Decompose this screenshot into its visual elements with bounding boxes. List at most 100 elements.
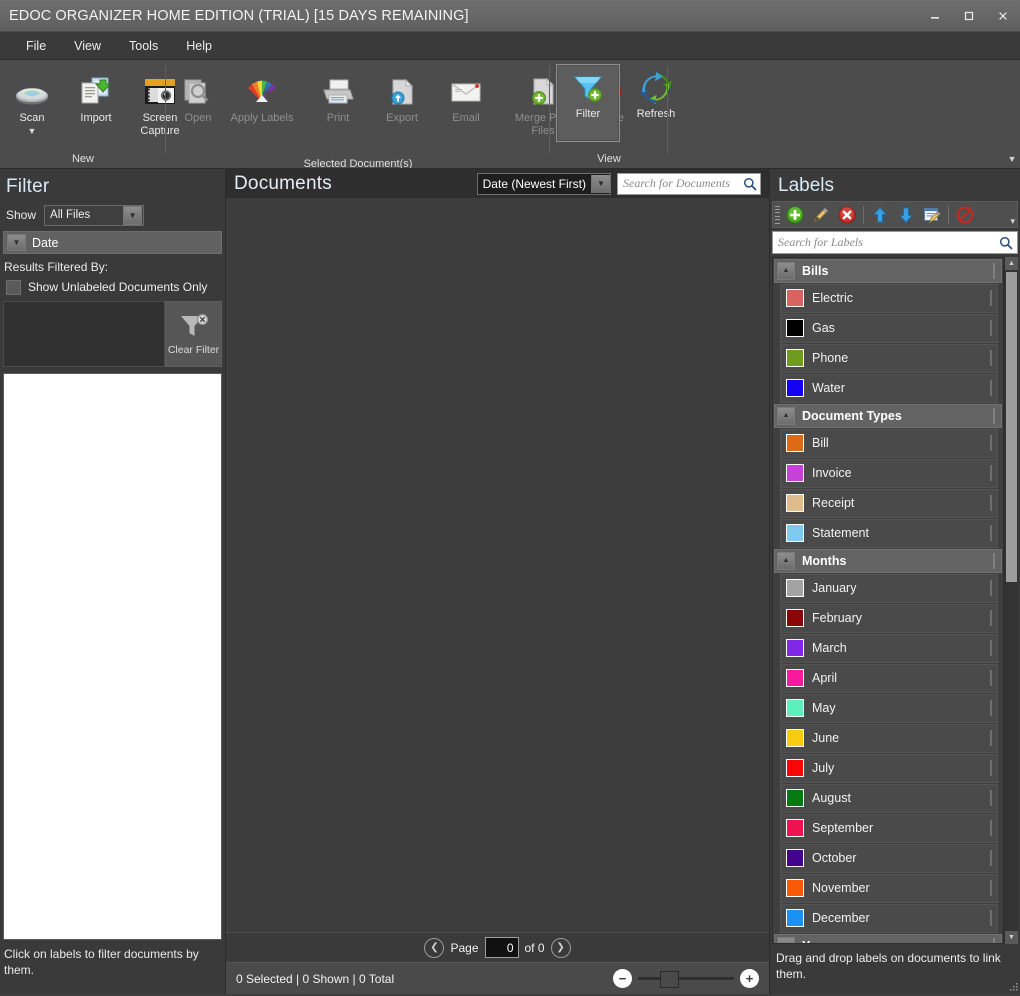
label-row[interactable]: Statement <box>780 518 998 548</box>
label-checkbox[interactable] <box>990 790 992 807</box>
active-filters-list[interactable] <box>3 301 165 367</box>
toolbar-grip[interactable] <box>775 204 782 226</box>
collapse-chevron-up-icon[interactable]: ▲ <box>777 261 795 280</box>
zoom-slider[interactable] <box>638 971 734 988</box>
label-group-header[interactable]: ▲Years <box>774 933 1002 943</box>
label-group-checkbox[interactable] <box>993 552 995 569</box>
documents-search-input[interactable]: Search for Documents <box>618 176 740 191</box>
labels-scrollbar-track[interactable] <box>1005 269 1018 931</box>
label-row[interactable]: June <box>780 723 998 753</box>
menu-tools[interactable]: Tools <box>115 32 172 59</box>
toolbar-overflow-icon[interactable]: ▾ <box>1010 217 1015 226</box>
filter-button[interactable]: Filter <box>556 64 620 142</box>
plus-circle-icon[interactable]: + <box>740 969 759 988</box>
import-button[interactable]: Import <box>64 68 128 140</box>
apply-labels-button[interactable]: Apply Labels <box>230 68 294 140</box>
label-row[interactable]: October <box>780 843 998 873</box>
window-resize-grip[interactable] <box>1007 981 1019 993</box>
label-row[interactable]: Gas <box>780 313 998 343</box>
label-row[interactable]: Phone <box>780 343 998 373</box>
minus-circle-icon[interactable]: − <box>613 969 632 988</box>
close-button[interactable] <box>986 0 1020 31</box>
labels-search-input[interactable]: Search for Labels <box>773 235 995 250</box>
label-checkbox[interactable] <box>990 610 992 627</box>
label-checkbox[interactable] <box>990 760 992 777</box>
show-unlabeled-only-row[interactable]: Show Unlabeled Documents Only <box>0 277 225 297</box>
page-number-input[interactable]: 0 <box>484 937 519 958</box>
scroll-down-arrow-icon[interactable]: ▼ <box>1005 931 1018 944</box>
search-icon[interactable] <box>740 177 760 191</box>
show-files-select[interactable]: All Files ▼ <box>44 204 145 226</box>
open-button[interactable]: Open <box>166 68 230 140</box>
email-button[interactable]: Email <box>434 68 498 140</box>
label-checkbox[interactable] <box>990 670 992 687</box>
chevron-down-icon[interactable]: ▼ <box>28 127 37 136</box>
label-group-checkbox[interactable] <box>993 407 995 424</box>
label-checkbox[interactable] <box>990 580 992 597</box>
maximize-button[interactable] <box>952 0 986 31</box>
label-row[interactable]: September <box>780 813 998 843</box>
label-checkbox[interactable] <box>990 640 992 657</box>
export-button[interactable]: Export <box>370 68 434 140</box>
chevron-down-icon[interactable]: ▼ <box>123 205 143 225</box>
menu-help[interactable]: Help <box>172 32 226 59</box>
label-row[interactable]: January <box>780 573 998 603</box>
clear-selection-button[interactable] <box>952 203 978 227</box>
edit-label-button[interactable] <box>808 203 834 227</box>
label-checkbox[interactable] <box>990 380 992 397</box>
print-button[interactable]: Print <box>306 68 370 140</box>
label-row[interactable]: March <box>780 633 998 663</box>
label-checkbox[interactable] <box>990 730 992 747</box>
move-up-button[interactable] <box>867 203 893 227</box>
labels-scrollbar[interactable]: ▲ ▼ <box>1004 256 1018 944</box>
label-group-header[interactable]: ▲ Bills <box>774 258 1002 283</box>
label-group-header[interactable]: ▲ Months <box>774 548 1002 573</box>
add-label-button[interactable] <box>782 203 808 227</box>
label-row[interactable]: May <box>780 693 998 723</box>
collapse-chevron-up-icon[interactable]: ▲ <box>777 936 795 943</box>
label-row[interactable]: Electric <box>780 283 998 313</box>
label-checkbox[interactable] <box>990 465 992 482</box>
date-filter-section[interactable]: ▼ Date <box>3 231 222 254</box>
label-row[interactable]: Water <box>780 373 998 403</box>
label-checkbox[interactable] <box>990 850 992 867</box>
delete-label-button[interactable] <box>834 203 860 227</box>
label-checkbox[interactable] <box>990 290 992 307</box>
menu-file[interactable]: File <box>12 32 60 59</box>
labels-list[interactable]: ▲ Bills Electric Gas Phone Water ▲ Document Typ… <box>772 256 1004 944</box>
clear-filter-button[interactable]: Clear Filter <box>165 301 222 367</box>
menu-view[interactable]: View <box>60 32 115 59</box>
labels-search[interactable]: Search for Labels <box>772 231 1018 254</box>
label-checkbox[interactable] <box>990 525 992 542</box>
labels-scrollbar-thumb[interactable] <box>1006 271 1017 582</box>
show-unlabeled-only-checkbox[interactable] <box>6 279 21 295</box>
arrow-right-circle-icon[interactable]: ❯ <box>550 937 571 958</box>
label-checkbox[interactable] <box>990 910 992 927</box>
label-row[interactable]: Receipt <box>780 488 998 518</box>
label-checkbox[interactable] <box>990 495 992 512</box>
ribbon-overflow-chevron-down-icon[interactable]: ▼ <box>1006 152 1018 166</box>
search-icon[interactable] <box>995 236 1017 250</box>
edit-properties-button[interactable] <box>919 203 945 227</box>
minimize-button[interactable] <box>918 0 952 31</box>
arrow-left-circle-icon[interactable]: ❮ <box>424 937 445 958</box>
label-checkbox[interactable] <box>990 435 992 452</box>
label-group-header[interactable]: ▲ Document Types <box>774 403 1002 428</box>
collapse-chevron-up-icon[interactable]: ▲ <box>777 406 795 425</box>
label-row[interactable]: December <box>780 903 998 933</box>
collapse-chevron-up-icon[interactable]: ▲ <box>777 551 795 570</box>
collapse-chevron-down-icon[interactable]: ▼ <box>7 234 26 251</box>
label-row[interactable]: April <box>780 663 998 693</box>
zoom-slider-thumb[interactable] <box>660 971 679 988</box>
label-row[interactable]: Invoice <box>780 458 998 488</box>
move-down-button[interactable] <box>893 203 919 227</box>
label-checkbox[interactable] <box>990 700 992 717</box>
sort-select[interactable]: Date (Newest First) ▼ <box>476 172 611 195</box>
label-checkbox[interactable] <box>990 880 992 897</box>
label-row[interactable]: July <box>780 753 998 783</box>
scan-button[interactable]: Scan ▼ <box>0 68 64 140</box>
label-row[interactable]: August <box>780 783 998 813</box>
label-checkbox[interactable] <box>990 820 992 837</box>
label-checkbox[interactable] <box>990 350 992 367</box>
label-row[interactable]: February <box>780 603 998 633</box>
